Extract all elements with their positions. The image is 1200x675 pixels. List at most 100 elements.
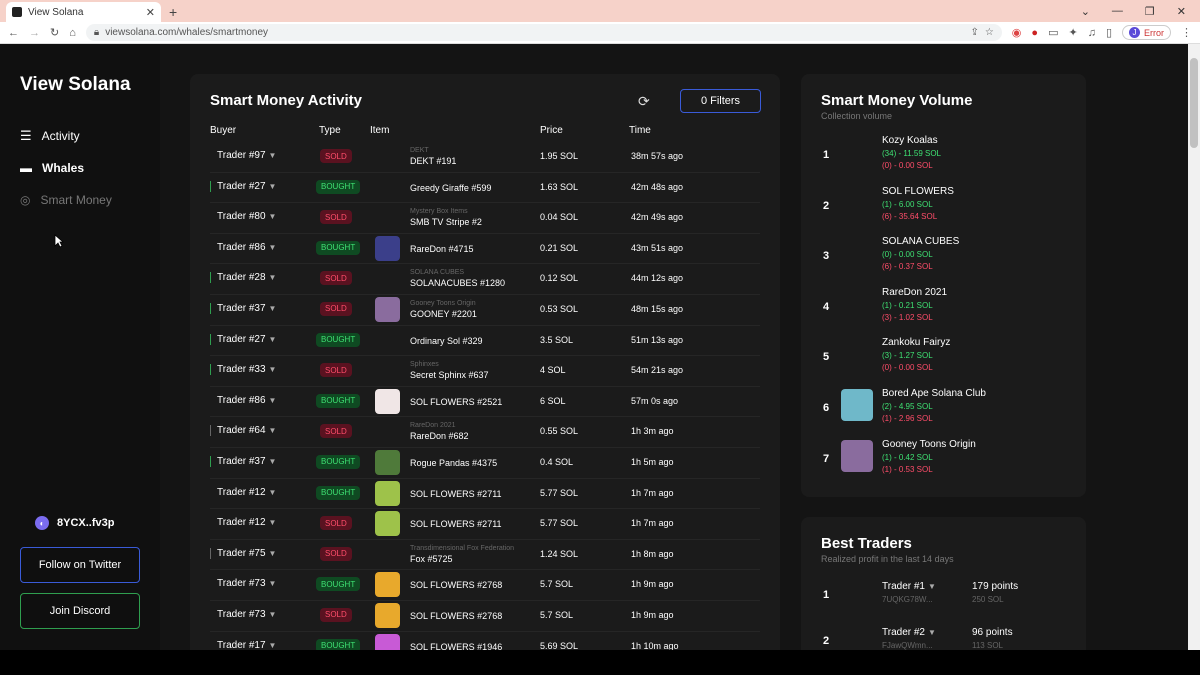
trader-name[interactable]: Trader #37 ▼: [210, 455, 276, 467]
wallet-badge[interactable]: ◐ 8YCX..fv3p: [35, 516, 114, 530]
item-cell[interactable]: Ordinary Sol #329: [410, 335, 483, 347]
minimize-icon[interactable]: —: [1112, 5, 1123, 18]
page-scrollbar[interactable]: [1188, 44, 1200, 650]
table-row[interactable]: Trader #37 ▼ BOUGHT Rogue Pandas #4375 0.4 S…: [210, 448, 760, 479]
home-icon[interactable]: ⌂: [69, 27, 76, 39]
item-cell[interactable]: Sphinxes Secret Sphinx #637: [410, 360, 489, 381]
trader-name[interactable]: Trader #86 ▼: [210, 395, 276, 406]
table-row[interactable]: Trader #86 ▼ BOUGHT SOL FLOWERS #2521 6 SOL 5…: [210, 387, 760, 418]
new-tab-icon[interactable]: +: [169, 4, 177, 20]
filters-button[interactable]: 0 Filters: [680, 89, 761, 113]
sidepanel-icon[interactable]: ▯: [1106, 26, 1112, 39]
share-icon[interactable]: ⇪: [970, 27, 978, 38]
back-icon[interactable]: ←: [8, 27, 19, 39]
item-cell[interactable]: DEKT DEKT #191: [410, 146, 456, 167]
list-item[interactable]: 5 Zankoku Fairyz (3) - 1.27 SOL (0) - 0.00 …: [821, 335, 1071, 386]
table-row[interactable]: Trader #27 ▼ BOUGHT Greedy Giraffe #599 1.63…: [210, 173, 760, 204]
item-cell[interactable]: SOLANA CUBES SOLANACUBES #1280: [410, 268, 505, 289]
restore-icon[interactable]: ❐: [1145, 5, 1155, 18]
item-cell[interactable]: Gooney Toons Origin GOONEY #2201: [410, 299, 477, 320]
scrollbar-thumb[interactable]: [1190, 58, 1198, 148]
list-item[interactable]: 7 Gooney Toons Origin (1) - 0.42 SOL (1) - …: [821, 437, 1071, 488]
item-cell[interactable]: Rogue Pandas #4375: [410, 457, 497, 469]
trader-name[interactable]: Trader #80 ▼: [210, 211, 276, 222]
activity-table: Trader #97 ▼ SOLD DEKT DEKT #191 1.95 SOL 38m …: [210, 142, 760, 650]
close-window-icon[interactable]: ✕: [1177, 5, 1186, 18]
address-bar[interactable]: 🔒︎ viewsolana.com/whales/smartmoney ⇪ ☆: [85, 24, 1002, 41]
trader-name[interactable]: Trader #28 ▼: [210, 272, 276, 284]
browser-tab[interactable]: View Solana ✕: [6, 2, 161, 22]
item-cell[interactable]: RareDon #4715: [410, 243, 474, 255]
trader-name[interactable]: Trader #27 ▼: [210, 180, 276, 192]
join-discord-button[interactable]: Join Discord: [20, 593, 140, 629]
collection-name: Bored Ape Solana Club: [882, 387, 986, 399]
item-cell[interactable]: SOL FLOWERS #1946: [410, 641, 502, 651]
table-row[interactable]: Trader #73 ▼ BOUGHT SOL FLOWERS #2768 5.7 SO…: [210, 570, 760, 601]
extension-icon[interactable]: ▭: [1048, 26, 1058, 39]
table-row[interactable]: Trader #97 ▼ SOLD DEKT DEKT #191 1.95 SOL 38m …: [210, 142, 760, 173]
close-tab-icon[interactable]: ✕: [146, 6, 155, 19]
item-cell[interactable]: SOL FLOWERS #2768: [410, 610, 502, 622]
item-cell[interactable]: SOL FLOWERS #2768: [410, 579, 502, 591]
trader-name[interactable]: Trader #75 ▼: [210, 547, 276, 559]
table-row[interactable]: Trader #64 ▼ SOLD RareDon 2021 RareDon #682 0…: [210, 417, 760, 448]
trader-name[interactable]: Trader #64 ▼: [210, 425, 276, 437]
item-cell[interactable]: SOL FLOWERS #2711: [410, 488, 502, 500]
trader-name[interactable]: Trader #1 ▼: [882, 581, 936, 592]
refresh-icon[interactable]: ⟳: [638, 93, 654, 109]
sidebar-item-activity[interactable]: ☰ Activity: [20, 120, 112, 152]
table-row[interactable]: Trader #12 ▼ BOUGHT SOL FLOWERS #2711 5.77 S…: [210, 479, 760, 510]
item-name: Rogue Pandas #4375: [410, 457, 498, 468]
trader-name[interactable]: Trader #33 ▼: [210, 364, 276, 376]
trader-name[interactable]: Trader #86 ▼: [210, 242, 276, 253]
table-row[interactable]: Trader #73 ▼ SOLD SOL FLOWERS #2768 5.7 SOL 1…: [210, 601, 760, 632]
trader-name[interactable]: Trader #37 ▼: [210, 302, 276, 314]
trader-name[interactable]: Trader #12 ▼: [210, 517, 276, 528]
puzzle-icon[interactable]: ✦: [1068, 26, 1077, 39]
item-cell[interactable]: Transdimensional Fox Federation Fox #5725: [410, 544, 514, 565]
list-item[interactable]: 6 Bored Ape Solana Club (2) - 4.95 SOL (1) …: [821, 386, 1071, 437]
item-cell[interactable]: Greedy Giraffe #599: [410, 182, 491, 194]
trader-name[interactable]: Trader #73 ▼: [210, 578, 276, 589]
profile-button[interactable]: J Error: [1122, 25, 1171, 40]
logo[interactable]: View Solana: [20, 74, 131, 96]
volume-list: 1 Kozy Koalas (34) - 11.59 SOL (0) - 0.00 S…: [821, 133, 1071, 487]
list-item[interactable]: 2 SOL FLOWERS (1) - 6.00 SOL (6) - 35.64 SO…: [821, 184, 1071, 235]
item-cell[interactable]: SOL FLOWERS #2711: [410, 518, 502, 530]
item-cell[interactable]: Mystery Box Items SMB TV Stripe #2: [410, 207, 482, 228]
list-item[interactable]: 4 RareDon 2021 (1) - 0.21 SOL (3) - 1.02 SO…: [821, 285, 1071, 336]
table-row[interactable]: Trader #80 ▼ SOLD Mystery Box Items SMB TV S…: [210, 203, 760, 234]
list-item[interactable]: 1 Trader #1 ▼ 7UQKG78W... 179 points 250 …: [821, 577, 1071, 617]
media-icon[interactable]: ♫: [1088, 27, 1096, 39]
extension-icon[interactable]: ●: [1031, 27, 1038, 39]
list-item[interactable]: 1 Kozy Koalas (34) - 11.59 SOL (0) - 0.00 S…: [821, 133, 1071, 184]
list-item[interactable]: 2 Trader #2 ▼ FJawQWmn... 96 points 113 S…: [821, 623, 1071, 650]
bookmark-star-icon[interactable]: ☆: [985, 27, 994, 38]
forward-icon[interactable]: →: [29, 27, 40, 39]
menu-icon[interactable]: ⋮: [1181, 26, 1192, 39]
reload-icon[interactable]: ↻: [50, 26, 59, 39]
item-cell[interactable]: RareDon 2021 RareDon #682: [410, 421, 469, 442]
list-item[interactable]: 3 SOLANA CUBES (0) - 0.00 SOL (6) - 0.37 SO…: [821, 234, 1071, 285]
table-row[interactable]: Trader #75 ▼ SOLD Transdimensional Fox Fede…: [210, 540, 760, 571]
item-cell[interactable]: SOL FLOWERS #2521: [410, 396, 502, 408]
table-row[interactable]: Trader #33 ▼ SOLD Sphinxes Secret Sphinx #63…: [210, 356, 760, 387]
trader-name[interactable]: Trader #27 ▼: [210, 333, 276, 345]
chevron-down-icon[interactable]: ⌄: [1081, 5, 1090, 18]
extension-icon[interactable]: ◉: [1012, 26, 1022, 39]
sidebar-item-whales[interactable]: ▬ Whales: [20, 152, 112, 184]
table-row[interactable]: Trader #12 ▼ SOLD SOL FLOWERS #2711 5.77 SOL…: [210, 509, 760, 540]
trader-name[interactable]: Trader #12 ▼: [210, 487, 276, 498]
trader-name[interactable]: Trader #97 ▼: [210, 150, 276, 161]
table-row[interactable]: Trader #37 ▼ SOLD Gooney Toons Origin GOONEY…: [210, 295, 760, 326]
table-row[interactable]: Trader #28 ▼ SOLD SOLANA CUBES SOLANACUBES #…: [210, 264, 760, 295]
trader-name[interactable]: Trader #73 ▼: [210, 609, 276, 620]
sidebar-item-smart-money[interactable]: ◎ Smart Money: [20, 184, 112, 216]
trader-name[interactable]: Trader #17 ▼: [210, 640, 276, 651]
collection-name: Zankoku Fairyz: [882, 337, 951, 349]
table-row[interactable]: Trader #17 ▼ BOUGHT SOL FLOWERS #1946 5.69 S…: [210, 632, 760, 651]
trader-name[interactable]: Trader #2 ▼: [882, 627, 936, 638]
follow-twitter-button[interactable]: Follow on Twitter: [20, 547, 140, 583]
table-row[interactable]: Trader #27 ▼ BOUGHT Ordinary Sol #329 3.5 SO…: [210, 326, 760, 357]
table-row[interactable]: Trader #86 ▼ BOUGHT RareDon #4715 0.21 SOL 43…: [210, 234, 760, 265]
